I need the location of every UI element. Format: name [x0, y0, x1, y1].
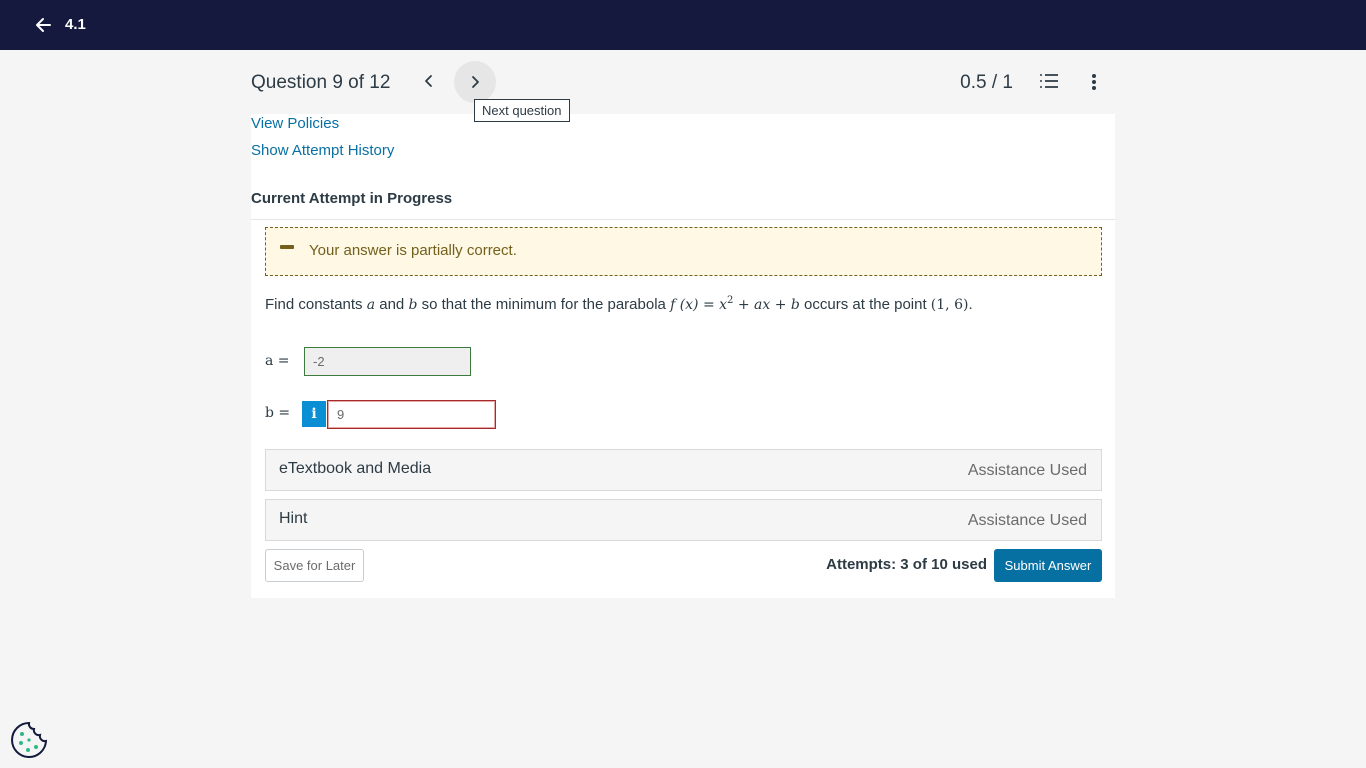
next-question-button[interactable]: [454, 61, 496, 103]
info-button[interactable]: i: [302, 401, 326, 427]
b-label: b =: [265, 405, 291, 421]
more-options-button[interactable]: [1083, 72, 1105, 92]
panel-title: Hint: [279, 510, 308, 527]
hint-panel[interactable]: Hint Assistance Used: [265, 499, 1102, 541]
view-policies-link[interactable]: View Policies: [251, 115, 339, 132]
point-expression: (1, 6): [930, 297, 969, 313]
back-button[interactable]: [32, 14, 54, 36]
divider: [251, 219, 1115, 220]
partial-correct-alert: Your answer is partially correct.: [265, 227, 1102, 276]
question-list-button[interactable]: [1039, 72, 1061, 92]
numbered-list-icon: [1040, 74, 1058, 88]
chevron-right-icon: [472, 76, 479, 88]
a-label: a =: [265, 353, 290, 369]
question-header: Question 9 of 12 Next question 0.5 / 1: [251, 50, 1115, 122]
current-attempt-heading: Current Attempt in Progress: [251, 190, 453, 207]
more-vertical-icon: [1092, 74, 1096, 78]
cookie-settings-button[interactable]: [10, 721, 48, 759]
a-answer-field[interactable]: -2: [304, 347, 471, 376]
function-expression: f (x) = x: [670, 297, 728, 313]
top-bar: 4.1: [0, 0, 1366, 50]
attempts-counter: Attempts: 3 of 10 used: [826, 556, 987, 573]
b-answer-field[interactable]: 9: [327, 400, 496, 429]
next-question-tooltip: Next question: [474, 99, 570, 122]
chevron-left-icon: [425, 75, 432, 87]
minus-icon: [280, 245, 294, 249]
arrow-left-icon: [36, 18, 51, 32]
previous-question-button[interactable]: [416, 68, 442, 94]
assignment-title: 4.1: [65, 16, 86, 33]
question-score: 0.5 / 1: [960, 72, 1013, 93]
problem-statement: Find constants a and b so that the minim…: [265, 295, 973, 313]
show-attempt-history-link[interactable]: Show Attempt History: [251, 142, 394, 159]
etextbook-media-panel[interactable]: eTextbook and Media Assistance Used: [265, 449, 1102, 491]
submit-answer-button[interactable]: Submit Answer: [994, 549, 1102, 582]
save-for-later-button[interactable]: Save for Later: [265, 549, 364, 582]
question-counter: Question 9 of 12: [251, 72, 391, 93]
alert-message: Your answer is partially correct.: [309, 242, 517, 259]
cookie-icon: [11, 721, 48, 758]
panel-status: Assistance Used: [967, 512, 1087, 529]
question-card: View Policies Show Attempt History Curre…: [251, 114, 1115, 598]
panel-title: eTextbook and Media: [279, 460, 432, 477]
panel-status: Assistance Used: [967, 462, 1087, 479]
